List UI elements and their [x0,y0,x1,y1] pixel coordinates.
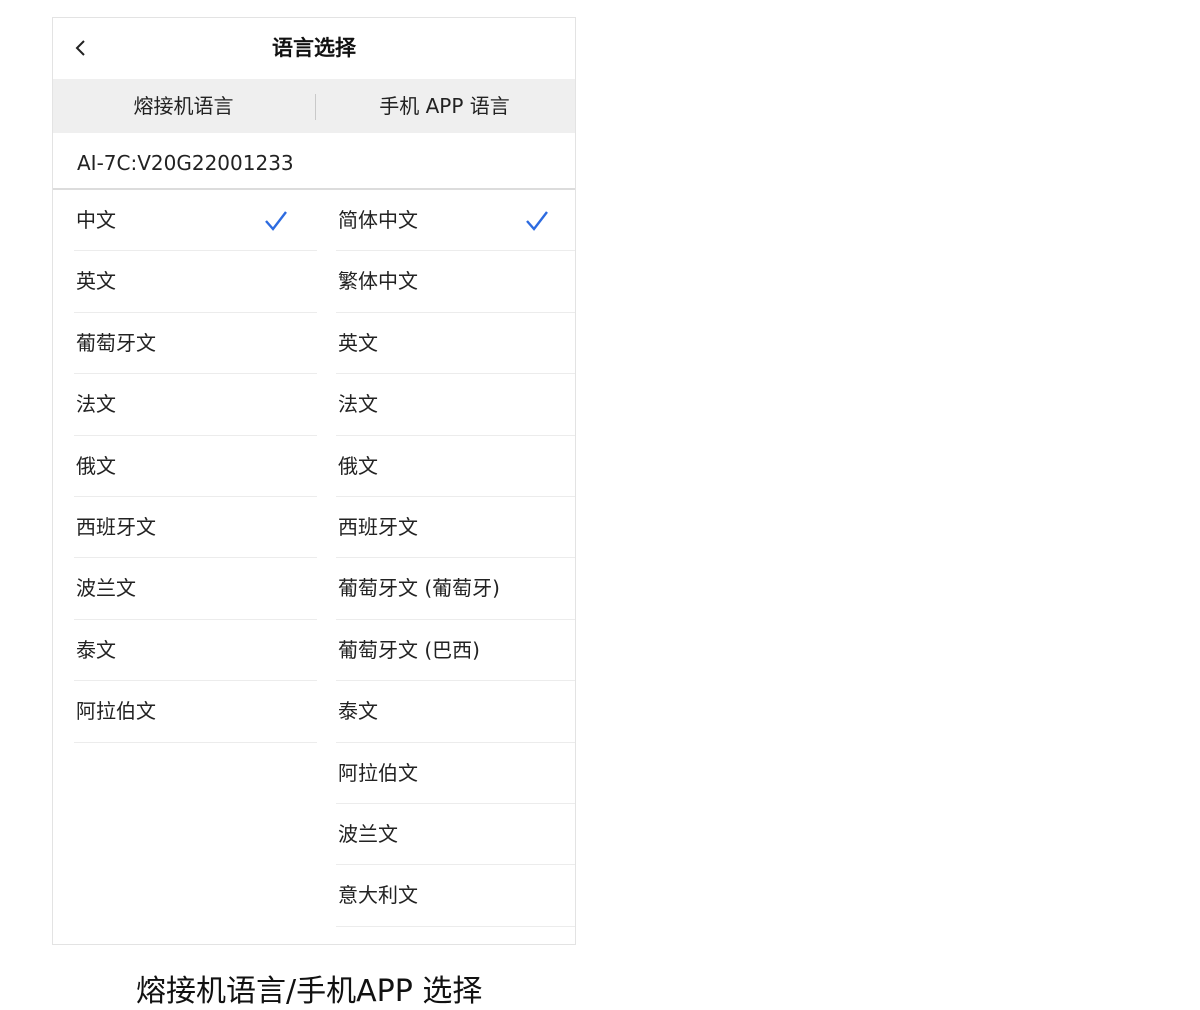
header: 语言选择 [53,18,575,79]
language-option-label: 意大利文 [338,883,418,908]
language-lists: 中文 英文 葡萄牙文 法文 俄文 西班牙文 波兰文 泰文 阿拉伯文 简体中文 繁体中文 英文 法文 俄文… [53,190,575,927]
language-option[interactable]: 西班牙文 [317,497,575,559]
language-option-label: 波兰文 [338,821,398,846]
tab-bar: 熔接机语言 手机 APP 语言 [53,79,575,133]
language-option[interactable]: 葡萄牙文 (巴西) [317,620,575,682]
language-option-label: 阿拉伯文 [338,760,418,785]
machine-language-list: 中文英文葡萄牙文法文俄文西班牙文波兰文泰文阿拉伯文 [53,190,317,927]
language-option-label: 繁体中文 [338,269,418,294]
checkmark-icon [526,211,548,231]
language-option-label: 法文 [338,392,378,417]
row-divider [336,925,575,927]
language-option[interactable]: 意大利文 [317,865,575,927]
language-option-label: 俄文 [76,453,116,478]
page-title: 语言选择 [272,36,356,60]
language-option[interactable]: 西班牙文 [53,497,317,559]
tab-machine-language[interactable]: 熔接机语言 [53,79,314,133]
language-option-label: 英文 [76,269,116,294]
language-option[interactable]: 简体中文 [317,190,575,252]
row-divider [74,741,317,743]
tab-app-language[interactable]: 手机 APP 语言 [314,79,575,133]
language-option[interactable]: 波兰文 [53,558,317,620]
device-version: AI-7C:V20G22001233 [53,133,575,190]
language-option-label: 葡萄牙文 (巴西) [338,637,480,662]
language-option-label: 葡萄牙文 [76,330,156,355]
language-option[interactable]: 英文 [53,251,317,313]
language-option[interactable]: 俄文 [53,436,317,497]
language-option[interactable]: 泰文 [53,620,317,682]
language-option-label: 波兰文 [76,576,136,601]
language-option-label: 中文 [76,208,116,232]
app-language-list: 简体中文繁体中文英文法文俄文西班牙文葡萄牙文 (葡萄牙) 葡萄牙文 (巴西) 泰文阿… [317,190,575,927]
language-option[interactable]: 葡萄牙文 (葡萄牙) [317,558,575,620]
language-option[interactable]: 泰文 [317,681,575,743]
language-option[interactable]: 法文 [53,374,317,436]
language-option[interactable]: 繁体中文 [317,251,575,313]
language-option-label: 西班牙文 [76,514,156,539]
checkmark-icon [265,211,287,231]
language-option-label: 泰文 [338,699,378,724]
language-option-label: 葡萄牙文 (葡萄牙) [338,576,500,601]
language-option-label: 泰文 [76,637,116,662]
tab-divider [315,94,316,120]
language-option-label: 英文 [338,330,378,355]
language-option-label: 简体中文 [338,208,418,232]
language-option[interactable]: 阿拉伯文 [53,681,317,743]
language-option-label: 法文 [76,392,116,417]
language-option-label: 俄文 [338,453,378,478]
language-option[interactable]: 波兰文 [317,804,575,866]
language-option[interactable]: 中文 [53,190,317,252]
caption: 熔接机语言/手机APP 选择 [136,974,483,1009]
language-option-label: 西班牙文 [338,514,418,539]
language-option[interactable]: 英文 [317,313,575,375]
phone-screen: 语言选择 熔接机语言 手机 APP 语言 AI-7C:V20G22001233 … [52,17,576,945]
language-option[interactable]: 俄文 [317,436,575,497]
language-option[interactable]: 阿拉伯文 [317,743,575,804]
language-option-label: 阿拉伯文 [76,699,156,724]
language-option[interactable]: 葡萄牙文 [53,313,317,375]
language-option[interactable]: 法文 [317,374,575,436]
